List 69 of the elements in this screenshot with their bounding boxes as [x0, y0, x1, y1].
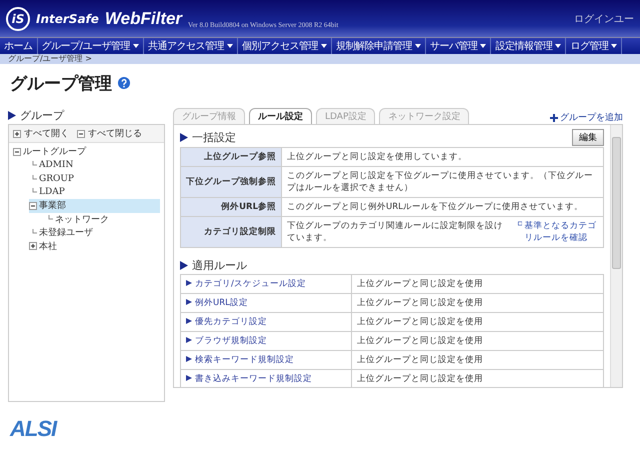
tree-item[interactable]: ルートグループ [13, 145, 160, 158]
tree-item[interactable]: ADMIN [29, 158, 160, 172]
product-name: WebFilter [104, 8, 182, 28]
tree-item[interactable]: 本社 [29, 240, 160, 253]
section-title: 適用ルール [192, 258, 247, 272]
breadcrumb[interactable]: グループ/ユーザ管理 > [0, 54, 640, 64]
table-cell: 上位グループと同じ設定を使用 [352, 294, 604, 312]
triangle-icon [180, 260, 188, 270]
window-icon [518, 220, 522, 227]
caret-icon [226, 44, 233, 48]
scroll-thumb[interactable] [612, 137, 621, 269]
setting-description: このグループと同じ設定を下位グループに使用させています。（下位グループはルールを選択できません） [287, 171, 593, 193]
triangle-icon [186, 318, 192, 324]
table-cell: 上位グループと同じ設定を使用 [352, 274, 604, 294]
help-icon[interactable] [118, 77, 130, 89]
row-label: 例外URL参照 [180, 198, 282, 216]
minus-icon[interactable] [13, 148, 21, 156]
page-title: グループ管理 [10, 72, 112, 94]
caret-icon [132, 44, 139, 48]
category-rule-link[interactable]: 基準となるカテゴリルールを確認 [518, 220, 598, 244]
triangle-icon [186, 375, 192, 381]
caret-icon [414, 44, 421, 48]
setting-description: 下位グループのカテゴリ関連ルールに設定制限を設けています。 [287, 220, 504, 244]
rule-link[interactable]: 検索キーワード規制設定 [180, 350, 352, 370]
triangle-icon [186, 337, 192, 343]
setting-description: このグループと同じ例外URLルールを下位グループに使用させています。 [287, 202, 583, 212]
rule-link[interactable]: 例外URL設定 [180, 294, 352, 312]
section-title: 一括設定 [192, 130, 236, 144]
tree-item[interactable]: LDAP [29, 186, 160, 199]
row-label: カテゴリ設定制限 [180, 216, 282, 248]
caret-icon [555, 44, 562, 48]
edit-button[interactable]: 編集 [572, 128, 604, 146]
caret-icon [320, 44, 327, 48]
plus-icon[interactable] [29, 242, 37, 250]
triangle-icon [8, 110, 16, 120]
add-group-link[interactable]: グループを追加 [550, 111, 623, 124]
company-logo: ALSI [10, 416, 56, 442]
row-label: 上位グループ参照 [180, 148, 282, 166]
logo-mark: iS [6, 6, 30, 30]
triangle-icon [180, 132, 188, 142]
caret-icon [480, 44, 486, 48]
tree-item[interactable]: ネットワーク [45, 212, 160, 226]
plus-icon[interactable] [13, 130, 21, 138]
rule-link[interactable]: 優先カテゴリ設定 [180, 312, 352, 332]
table-cell: 上位グループと同じ設定を使用 [352, 312, 604, 332]
table-cell: 上位グループと同じ設定を使用 [352, 332, 604, 350]
rule-link[interactable]: ブラウザ規制設定 [180, 332, 352, 350]
minus-icon[interactable] [29, 202, 37, 210]
rule-link[interactable]: カテゴリ/スケジュール設定 [180, 274, 352, 294]
minus-icon[interactable] [77, 130, 85, 138]
setting-description: 上位グループと同じ設定を使用しています。 [287, 152, 467, 162]
tree-item[interactable]: GROUP [29, 172, 160, 186]
scrollbar[interactable] [610, 125, 622, 387]
tree-item[interactable]: 事業部 [29, 199, 160, 212]
triangle-icon [186, 280, 192, 286]
row-label: 下位グループ強制参照 [180, 166, 282, 198]
triangle-icon [186, 299, 192, 305]
caret-icon [611, 44, 618, 48]
table-cell: 上位グループと同じ設定を使用 [352, 350, 604, 370]
login-user-text: ログインユー [574, 12, 634, 26]
collapse-all-button[interactable]: すべて閉じる [77, 127, 142, 140]
logo-text: InterSafe [36, 12, 99, 26]
rule-link[interactable]: 書き込みキーワード規制設定 [180, 370, 352, 387]
triangle-icon [186, 356, 192, 362]
tree-item[interactable]: 未登録ユーザ [29, 226, 160, 240]
section-title: グループ [20, 108, 64, 122]
tab[interactable]: ルール設定 [249, 108, 312, 124]
expand-all-button[interactable]: すべて開く [13, 127, 69, 140]
plus-icon [550, 114, 558, 122]
